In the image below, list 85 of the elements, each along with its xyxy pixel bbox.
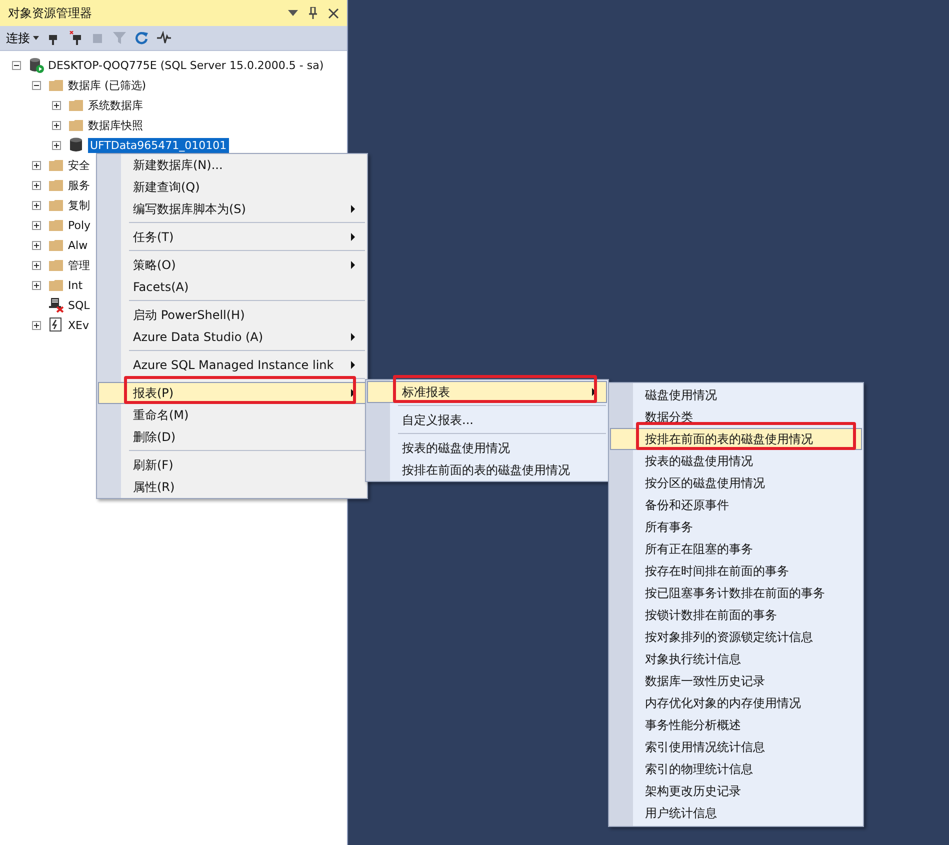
menu-item[interactable]: 所有事务	[610, 516, 862, 538]
expand-icon[interactable]	[32, 200, 41, 210]
tree-item[interactable]: Alw	[68, 238, 88, 252]
event-icon	[48, 317, 64, 333]
expand-icon[interactable]	[52, 140, 61, 150]
pin-icon[interactable]	[308, 7, 318, 19]
expand-icon[interactable]	[32, 180, 41, 190]
folder-icon	[48, 197, 64, 213]
expand-icon[interactable]	[32, 260, 41, 270]
tree-item[interactable]: 服务	[68, 176, 90, 194]
menu-item[interactable]: 新建数据库(N)...	[98, 154, 366, 176]
menu-item[interactable]: 对象执行统计信息	[610, 648, 862, 670]
menu-item[interactable]: 备份和还原事件	[610, 494, 862, 516]
menu-item[interactable]: 事务性能分析概述	[610, 714, 862, 736]
folder-icon	[48, 257, 64, 273]
agent-icon	[48, 297, 64, 313]
menu-item[interactable]: 策略(O)	[98, 254, 366, 276]
menu-item[interactable]: 编写数据库脚本为(S)	[98, 198, 366, 220]
tree-item[interactable]: 系统数据库	[88, 96, 143, 114]
panel-title: 对象资源管理器	[8, 4, 92, 22]
collapse-icon[interactable]	[32, 80, 41, 90]
folder-icon	[48, 177, 64, 193]
tree-item[interactable]: Poly	[68, 218, 91, 232]
dropdown-icon[interactable]	[288, 10, 298, 16]
menu-item[interactable]: Facets(A)	[98, 276, 366, 298]
collapse-icon[interactable]	[12, 60, 21, 70]
expand-icon[interactable]	[32, 280, 41, 290]
menu-item[interactable]: 刷新(F)	[98, 454, 366, 476]
expand-icon[interactable]	[52, 100, 61, 110]
tree-item[interactable]: Int	[68, 278, 83, 292]
menu-item[interactable]: 自定义报表...	[367, 409, 607, 431]
folder-icon	[48, 217, 64, 233]
menu-item[interactable]: 用户统计信息	[610, 802, 862, 824]
folder-icon	[48, 157, 64, 173]
menu-item[interactable]: 新建查询(Q)	[98, 176, 366, 198]
menu-item[interactable]: 索引的物理统计信息	[610, 758, 862, 780]
tree-item[interactable]: SQL	[68, 298, 90, 312]
menu-item[interactable]: 按排在前面的表的磁盘使用情况	[367, 459, 607, 481]
folder-icon	[48, 77, 64, 93]
database-icon	[68, 137, 84, 153]
menu-item[interactable]: 所有正在阻塞的事务	[610, 538, 862, 560]
menu-item[interactable]: 重命名(M)	[98, 404, 366, 426]
menu-item[interactable]: 任务(T)	[98, 226, 366, 248]
expand-icon[interactable]	[32, 220, 41, 230]
menu-item[interactable]: 按已阻塞事务计数排在前面的事务	[610, 582, 862, 604]
tree-item[interactable]: XEv	[68, 318, 89, 332]
menu-item[interactable]: 索引使用情况统计信息	[610, 736, 862, 758]
menu-item[interactable]: Azure Data Studio (A)	[98, 326, 366, 348]
expand-icon[interactable]	[32, 240, 41, 250]
menu-item[interactable]: Azure SQL Managed Instance link	[98, 354, 366, 376]
folder-icon	[48, 237, 64, 253]
tree-item[interactable]: 管理	[68, 256, 90, 274]
tree-item[interactable]: 安全	[68, 156, 90, 174]
expand-icon[interactable]	[52, 120, 61, 130]
tree-item[interactable]: DESKTOP-QOQ775E (SQL Server 15.0.2000.5 - sa)	[48, 58, 324, 72]
tree-item[interactable]: 数据库 (已筛选)	[68, 76, 146, 94]
menu-item[interactable]: 启动 PowerShell(H)	[98, 304, 366, 326]
tree-item[interactable]: UFTData965471_010101	[88, 138, 229, 152]
menu-item[interactable]: 按表的磁盘使用情况	[610, 450, 862, 472]
menu-item[interactable]: 删除(D)	[98, 426, 366, 448]
refresh-icon[interactable]	[135, 31, 149, 45]
close-icon[interactable]	[328, 8, 339, 18]
menu-item[interactable]: 按分区的磁盘使用情况	[610, 472, 862, 494]
folder-icon	[48, 277, 64, 293]
menu-item[interactable]: 按存在时间排在前面的事务	[610, 560, 862, 582]
expand-icon[interactable]	[32, 320, 41, 330]
menu-item[interactable]: 按锁计数排在前面的事务	[610, 604, 862, 626]
menu-item[interactable]: 按对象排列的资源锁定统计信息	[610, 626, 862, 648]
folder-icon	[68, 97, 84, 113]
expand-icon[interactable]	[32, 160, 41, 170]
tree-item[interactable]: 复制	[68, 196, 90, 214]
tree-item[interactable]: 数据库快照	[88, 116, 143, 134]
menu-item[interactable]: 数据库一致性历史记录	[610, 670, 862, 692]
connect-button[interactable]: 连接	[6, 30, 39, 46]
menu-item[interactable]: 数据分类	[610, 406, 862, 428]
menu-item[interactable]: 磁盘使用情况	[610, 384, 862, 406]
menu-item[interactable]: 属性(R)	[98, 476, 366, 498]
folder-icon	[68, 117, 84, 133]
server-icon	[28, 57, 44, 73]
menu-item[interactable]: 架构更改历史记录	[610, 780, 862, 802]
caret-icon	[33, 36, 39, 40]
plug-x-icon[interactable]	[69, 31, 83, 45]
menu-item[interactable]: 按表的磁盘使用情况	[367, 437, 607, 459]
activity-icon[interactable]	[157, 31, 171, 45]
menu-item[interactable]: 内存优化对象的内存使用情况	[610, 692, 862, 714]
